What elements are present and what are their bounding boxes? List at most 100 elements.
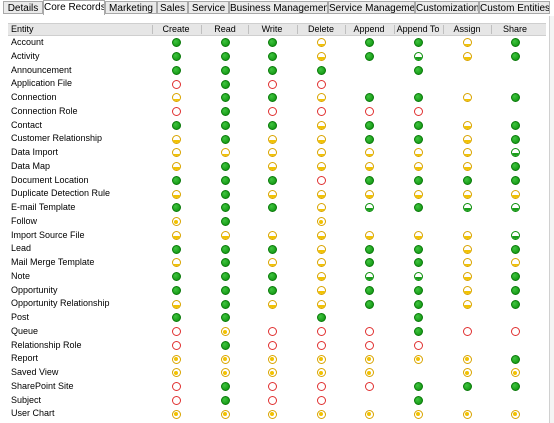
- organization-level-icon[interactable]: [510, 272, 520, 282]
- privilege-cell-create[interactable]: [152, 366, 200, 380]
- organization-level-icon[interactable]: [171, 120, 181, 130]
- privilege-cell-assign[interactable]: [443, 132, 491, 146]
- privilege-cell-create[interactable]: [152, 160, 200, 174]
- privilege-cell-append[interactable]: [345, 201, 393, 215]
- privilege-cell-delete[interactable]: [297, 174, 345, 188]
- none-level-icon[interactable]: [171, 107, 181, 117]
- privilege-cell-append[interactable]: [345, 36, 393, 50]
- user-level-icon[interactable]: [267, 148, 277, 158]
- privilege-cell-append[interactable]: [345, 160, 393, 174]
- privilege-cell-read[interactable]: [201, 352, 249, 366]
- organization-level-icon[interactable]: [510, 93, 520, 103]
- organization-level-icon[interactable]: [413, 120, 423, 130]
- business-unit-level-icon[interactable]: [462, 203, 472, 213]
- privilege-cell-share[interactable]: [491, 284, 539, 298]
- privilege-cell-delete[interactable]: [297, 256, 345, 270]
- privilege-cell-assign[interactable]: [443, 325, 491, 339]
- user-level-icon[interactable]: [171, 148, 181, 158]
- privilege-cell-append-to[interactable]: [394, 132, 442, 146]
- user-level-icon[interactable]: [316, 148, 326, 158]
- privilege-cell-append-to[interactable]: [394, 229, 442, 243]
- privilege-cell-assign[interactable]: [443, 407, 491, 421]
- none-level-icon[interactable]: [510, 327, 520, 337]
- privilege-cell-append-to[interactable]: [394, 242, 442, 256]
- privilege-cell-share[interactable]: [491, 132, 539, 146]
- business-unit-level-icon[interactable]: [364, 203, 374, 213]
- privilege-cell-append-to[interactable]: [394, 380, 442, 394]
- organization-level-icon[interactable]: [171, 244, 181, 254]
- privilege-cell-create[interactable]: [152, 174, 200, 188]
- basic-level-icon[interactable]: [171, 368, 181, 378]
- privilege-cell-create[interactable]: [152, 91, 200, 105]
- privilege-cell-write[interactable]: [248, 242, 296, 256]
- privilege-cell-delete[interactable]: [297, 270, 345, 284]
- organization-level-icon[interactable]: [220, 299, 230, 309]
- privilege-cell-create[interactable]: [152, 311, 200, 325]
- privilege-cell-create[interactable]: [152, 339, 200, 353]
- user-level-icon[interactable]: [316, 38, 326, 48]
- privilege-cell-read[interactable]: [201, 174, 249, 188]
- privilege-cell-delete[interactable]: [297, 132, 345, 146]
- basic-level-icon[interactable]: [220, 327, 230, 337]
- tab-customization[interactable]: Customization: [415, 1, 479, 14]
- business-unit-level-icon[interactable]: [364, 272, 374, 282]
- privilege-cell-create[interactable]: [152, 256, 200, 270]
- tab-service-management[interactable]: Service Management: [328, 1, 415, 14]
- basic-level-icon[interactable]: [510, 368, 520, 378]
- organization-level-icon[interactable]: [171, 65, 181, 75]
- organization-level-icon[interactable]: [220, 120, 230, 130]
- privilege-cell-append-to[interactable]: [394, 146, 442, 160]
- privilege-cell-create[interactable]: [152, 187, 200, 201]
- privilege-cell-write[interactable]: [248, 187, 296, 201]
- organization-level-icon[interactable]: [171, 203, 181, 213]
- organization-level-icon[interactable]: [267, 203, 277, 213]
- privilege-cell-write[interactable]: [248, 77, 296, 91]
- privilege-cell-share[interactable]: [491, 407, 539, 421]
- business-unit-level-icon[interactable]: [510, 148, 520, 158]
- privilege-cell-create[interactable]: [152, 407, 200, 421]
- privilege-cell-delete[interactable]: [297, 325, 345, 339]
- business-unit-level-icon[interactable]: [510, 203, 520, 213]
- organization-level-icon[interactable]: [220, 52, 230, 62]
- privilege-cell-append-to[interactable]: [394, 352, 442, 366]
- privilege-cell-append[interactable]: [345, 119, 393, 133]
- organization-level-icon[interactable]: [220, 395, 230, 405]
- privilege-cell-create[interactable]: [152, 352, 200, 366]
- user-level-icon[interactable]: [220, 148, 230, 158]
- privilege-cell-append-to[interactable]: [394, 201, 442, 215]
- privilege-cell-read[interactable]: [201, 311, 249, 325]
- none-level-icon[interactable]: [267, 79, 277, 89]
- privilege-cell-write[interactable]: [248, 132, 296, 146]
- basic-level-icon[interactable]: [510, 409, 520, 419]
- basic-level-icon[interactable]: [316, 354, 326, 364]
- privilege-cell-write[interactable]: [248, 146, 296, 160]
- basic-level-icon[interactable]: [462, 409, 472, 419]
- privilege-cell-create[interactable]: [152, 215, 200, 229]
- organization-level-icon[interactable]: [364, 285, 374, 295]
- organization-level-icon[interactable]: [510, 120, 520, 130]
- organization-level-icon[interactable]: [510, 285, 520, 295]
- none-level-icon[interactable]: [316, 107, 326, 117]
- organization-level-icon[interactable]: [220, 272, 230, 282]
- organization-level-icon[interactable]: [413, 395, 423, 405]
- none-level-icon[interactable]: [364, 382, 374, 392]
- basic-level-icon[interactable]: [220, 354, 230, 364]
- organization-level-icon[interactable]: [220, 134, 230, 144]
- privilege-cell-read[interactable]: [201, 36, 249, 50]
- user-level-icon[interactable]: [171, 134, 181, 144]
- organization-level-icon[interactable]: [462, 175, 472, 185]
- privilege-cell-delete[interactable]: [297, 119, 345, 133]
- privilege-cell-read[interactable]: [201, 270, 249, 284]
- organization-level-icon[interactable]: [510, 382, 520, 392]
- user-level-icon[interactable]: [316, 230, 326, 240]
- privilege-cell-append[interactable]: [345, 146, 393, 160]
- privilege-cell-create[interactable]: [152, 394, 200, 408]
- user-level-icon[interactable]: [316, 244, 326, 254]
- privilege-cell-write[interactable]: [248, 394, 296, 408]
- privilege-cell-write[interactable]: [248, 407, 296, 421]
- privilege-cell-read[interactable]: [201, 187, 249, 201]
- privilege-cell-delete[interactable]: [297, 229, 345, 243]
- privilege-cell-append-to[interactable]: [394, 270, 442, 284]
- organization-level-icon[interactable]: [364, 52, 374, 62]
- privilege-cell-append-to[interactable]: [394, 394, 442, 408]
